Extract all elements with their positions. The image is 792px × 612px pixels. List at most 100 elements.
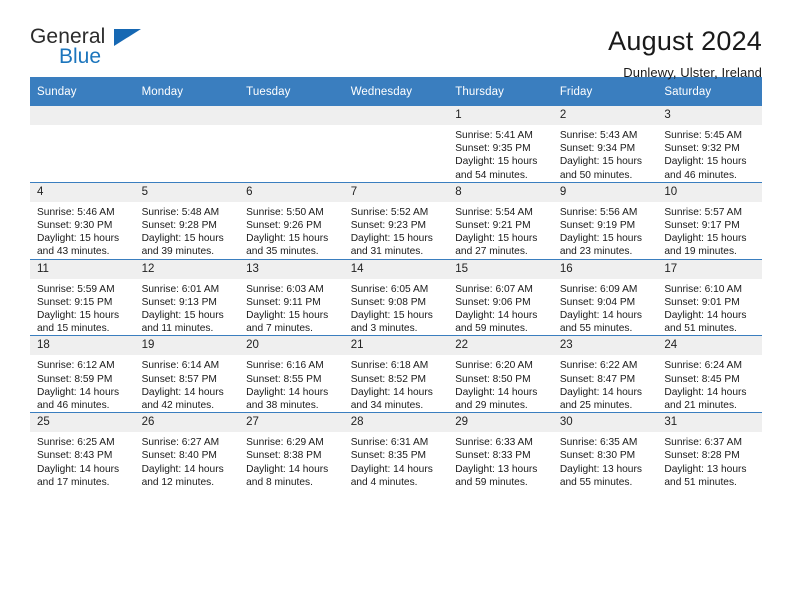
day-number: 22 [448, 336, 553, 356]
sunset-text: Sunset: 9:13 PM [141, 296, 217, 308]
sunset-text: Sunset: 9:11 PM [246, 296, 321, 308]
sunrise-text: Sunrise: 6:20 AM [455, 360, 533, 372]
sunrise-text: Sunrise: 5:50 AM [246, 206, 324, 218]
daylight-text: Daylight: 15 hours and 54 minutes. [455, 156, 538, 181]
calendar-cell-empty [30, 106, 135, 183]
sunrise-text: Sunrise: 5:45 AM [664, 130, 742, 141]
day-sun-info: Sunrise: 5:48 AM Sunset: 9:28 PM Daylight:… [135, 202, 240, 259]
calendar-day-cell[interactable]: 7 Sunrise: 5:52 AM Sunset: 9:23 PM Daylight… [343, 181, 449, 260]
weekday-header-saturday: Saturday [657, 77, 762, 106]
calendar-day-cell[interactable]: 12 Sunrise: 6:01 AM Sunset: 9:13 PM Dayligh… [134, 258, 240, 336]
day-number: 2 [552, 106, 658, 125]
calendar-day-cell[interactable]: 21 Sunrise: 6:18 AM Sunset: 8:52 PM Dayligh… [343, 335, 449, 413]
calendar-day-cell[interactable]: 20 Sunrise: 6:16 AM Sunset: 8:55 PM Dayligh… [239, 335, 344, 413]
page-header: General Blue August 2024 Dunlewy, Ulster… [30, 0, 762, 80]
calendar-day-cell[interactable]: 14 Sunrise: 6:05 AM Sunset: 9:08 PM Dayligh… [343, 258, 449, 336]
day-number: 9 [552, 182, 658, 202]
sunrise-text: Sunrise: 6:07 AM [455, 283, 533, 295]
day-number: 12 [134, 259, 240, 279]
calendar-day-cell[interactable]: 16 Sunrise: 6:09 AM Sunset: 9:04 PM Dayligh… [552, 258, 658, 336]
day-sun-info: Sunrise: 5:54 AM Sunset: 9:21 PM Daylight:… [448, 202, 553, 259]
calendar-day-cell[interactable]: 4 Sunrise: 5:46 AM Sunset: 9:30 PM Daylight… [30, 181, 135, 260]
sunset-text: Sunset: 9:06 PM [455, 296, 531, 308]
weekday-header-monday: Monday [134, 77, 240, 106]
day-sun-info: Sunrise: 6:24 AM Sunset: 8:45 PM Daylight:… [657, 355, 762, 412]
day-number: 27 [239, 413, 344, 433]
daylight-text: Daylight: 14 hours and 51 minutes. [664, 310, 747, 335]
calendar-day-cell[interactable]: 10 Sunrise: 5:57 AM Sunset: 9:17 PM Dayligh… [657, 181, 762, 260]
sunset-text: Sunset: 8:45 PM [664, 373, 740, 385]
calendar-day-cell[interactable]: 27 Sunrise: 6:29 AM Sunset: 8:38 PM Dayligh… [239, 412, 344, 490]
calendar-cell-empty [343, 106, 449, 183]
calendar-day-cell[interactable]: 24 Sunrise: 6:24 AM Sunset: 8:45 PM Dayligh… [657, 335, 762, 413]
calendar-day-cell[interactable]: 23 Sunrise: 6:22 AM Sunset: 8:47 PM Dayligh… [552, 335, 658, 413]
calendar-day-cell[interactable]: 31 Sunrise: 6:37 AM Sunset: 8:28 PM Dayligh… [657, 412, 762, 490]
weekday-header-wednesday: Wednesday [343, 77, 449, 106]
calendar-day-cell[interactable]: 17 Sunrise: 6:10 AM Sunset: 9:01 PM Dayligh… [657, 258, 762, 336]
sunrise-text: Sunrise: 6:01 AM [141, 283, 220, 295]
day-number: 4 [30, 182, 135, 202]
day-sun-info: Sunrise: 6:20 AM Sunset: 8:50 PM Daylight:… [448, 355, 553, 412]
sunrise-text: Sunrise: 6:35 AM [559, 437, 638, 449]
day-number [30, 106, 135, 125]
calendar-day-cell[interactable]: 19 Sunrise: 6:14 AM Sunset: 8:57 PM Dayligh… [134, 335, 240, 413]
sunrise-text: Sunrise: 6:33 AM [455, 437, 533, 449]
calendar-day-cell[interactable]: 29 Sunrise: 6:33 AM Sunset: 8:33 PM Dayligh… [448, 412, 553, 490]
sunset-text: Sunset: 9:30 PM [37, 220, 113, 232]
day-number: 11 [30, 259, 135, 279]
calendar-day-cell[interactable]: 11 Sunrise: 5:59 AM Sunset: 9:15 PM Dayligh… [30, 258, 135, 336]
day-sun-info: Sunrise: 5:46 AM Sunset: 9:30 PM Daylight:… [30, 202, 135, 259]
daylight-text: Daylight: 13 hours and 51 minutes. [664, 463, 747, 488]
calendar-day-cell[interactable]: 9 Sunrise: 5:56 AM Sunset: 9:19 PM Daylight… [552, 181, 658, 260]
sunset-text: Sunset: 8:50 PM [455, 373, 531, 385]
calendar-day-cell[interactable]: 8 Sunrise: 5:54 AM Sunset: 9:21 PM Daylight… [448, 181, 553, 260]
sunrise-text: Sunrise: 6:22 AM [559, 360, 638, 372]
calendar-day-cell[interactable]: 18 Sunrise: 6:12 AM Sunset: 8:59 PM Dayligh… [30, 335, 135, 413]
sunset-text: Sunset: 9:19 PM [559, 220, 636, 232]
calendar-day-cell[interactable]: 28 Sunrise: 6:31 AM Sunset: 8:35 PM Dayligh… [343, 412, 449, 490]
daylight-text: Daylight: 15 hours and 15 minutes. [37, 310, 120, 335]
calendar-day-cell[interactable]: 25 Sunrise: 6:25 AM Sunset: 8:43 PM Dayligh… [30, 412, 135, 490]
calendar-day-cell[interactable]: 15 Sunrise: 6:07 AM Sunset: 9:06 PM Dayligh… [448, 258, 553, 336]
day-number: 19 [134, 336, 240, 356]
sunset-text: Sunset: 9:04 PM [559, 296, 636, 308]
daylight-text: Daylight: 14 hours and 17 minutes. [37, 463, 120, 488]
sunset-text: Sunset: 9:23 PM [350, 220, 427, 232]
daylight-text: Daylight: 14 hours and 55 minutes. [559, 310, 642, 335]
calendar-day-cell[interactable]: 2 Sunrise: 5:43 AM Sunset: 9:34 PM Daylight… [552, 106, 658, 183]
sunset-text: Sunset: 8:40 PM [141, 450, 217, 462]
sunset-text: Sunset: 9:01 PM [664, 296, 740, 308]
calendar-day-cell[interactable]: 6 Sunrise: 5:50 AM Sunset: 9:26 PM Daylight… [239, 181, 344, 260]
calendar-day-cell[interactable]: 26 Sunrise: 6:27 AM Sunset: 8:40 PM Dayligh… [134, 412, 240, 490]
day-number: 29 [448, 413, 553, 433]
day-number: 6 [239, 182, 344, 202]
daylight-text: Daylight: 14 hours and 42 minutes. [141, 386, 224, 412]
day-sun-info: Sunrise: 6:10 AM Sunset: 9:01 PM Daylight:… [657, 279, 762, 336]
sunrise-text: Sunrise: 6:18 AM [350, 360, 429, 372]
weekday-header-sunday: Sunday [30, 77, 135, 106]
sunrise-text: Sunrise: 5:56 AM [559, 206, 638, 218]
calendar-day-cell[interactable]: 13 Sunrise: 6:03 AM Sunset: 9:11 PM Dayligh… [239, 258, 344, 336]
day-sun-info: Sunrise: 6:22 AM Sunset: 8:47 PM Daylight:… [553, 355, 658, 412]
sunrise-text: Sunrise: 5:46 AM [37, 206, 115, 218]
calendar-day-cell[interactable]: 1 Sunrise: 5:41 AM Sunset: 9:35 PM Daylight… [448, 106, 553, 183]
weekday-header-friday: Friday [552, 77, 658, 106]
calendar-day-cell[interactable]: 3 Sunrise: 5:45 AM Sunset: 9:32 PM Daylight… [657, 106, 762, 183]
day-sun-info: Sunrise: 6:29 AM Sunset: 8:38 PM Daylight:… [239, 432, 344, 489]
day-number: 23 [552, 336, 658, 356]
sunrise-text: Sunrise: 5:57 AM [664, 206, 742, 218]
day-sun-info: Sunrise: 5:56 AM Sunset: 9:19 PM Daylight:… [553, 202, 658, 259]
calendar-day-cell[interactable]: 5 Sunrise: 5:48 AM Sunset: 9:28 PM Daylight… [134, 181, 240, 260]
general-blue-logo[interactable]: General Blue [30, 26, 145, 72]
calendar-day-cell[interactable]: 22 Sunrise: 6:20 AM Sunset: 8:50 PM Dayligh… [448, 335, 553, 413]
daylight-text: Daylight: 15 hours and 43 minutes. [37, 233, 120, 258]
day-number: 8 [448, 182, 553, 202]
day-sun-info: Sunrise: 5:43 AM Sunset: 9:34 PM Daylight:… [553, 125, 658, 182]
calendar-week-row: 1 Sunrise: 5:41 AM Sunset: 9:35 PM Daylight… [30, 106, 762, 183]
daylight-text: Daylight: 14 hours and 4 minutes. [350, 463, 433, 488]
daylight-text: Daylight: 14 hours and 46 minutes. [37, 386, 120, 412]
calendar-day-cell[interactable]: 30 Sunrise: 6:35 AM Sunset: 8:30 PM Dayligh… [552, 412, 658, 490]
day-number: 5 [134, 182, 240, 202]
page-subtitle: Dunlewy, Ulster, Ireland [623, 65, 762, 81]
sunset-text: Sunset: 9:08 PM [350, 296, 427, 308]
